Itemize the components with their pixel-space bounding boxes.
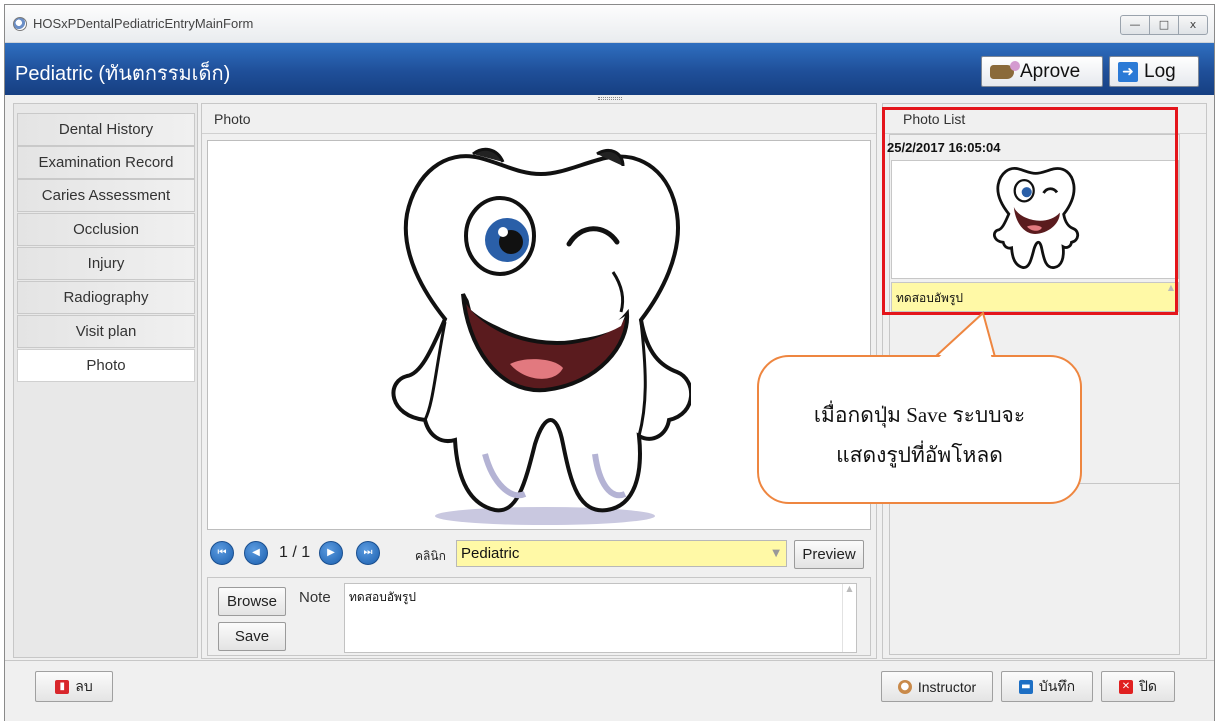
callout-line-1: เมื่อกดปุ่ม Save ระบบจะ	[813, 403, 1026, 427]
callout-line-2: แสดงรูปที่อัพโหลด	[836, 443, 1003, 467]
bottom-bar: ▮ ลบ ● Instructor ▬ บันทึก ✕ ปิด	[5, 660, 1214, 721]
title-bar: HOSxPDentalPediatricEntryMainForm — □ x	[5, 5, 1214, 43]
close-label: ปิด	[1139, 677, 1157, 694]
close-form-button[interactable]: ✕ ปิด	[1101, 671, 1175, 702]
log-icon: ➜	[1118, 61, 1138, 82]
approve-icon	[990, 60, 1020, 79]
instructor-button[interactable]: ● Instructor	[881, 671, 993, 702]
save-record-label: บันทึก	[1038, 677, 1076, 694]
delete-icon: ▮	[55, 679, 70, 694]
tab-dental-history[interactable]: Dental History	[17, 113, 195, 146]
app-icon	[13, 17, 27, 31]
photo-panel-title: Photo	[202, 104, 876, 134]
note-scrollbar[interactable]: ▲	[842, 584, 856, 652]
browse-button[interactable]: Browse	[218, 587, 286, 616]
callout-text: เมื่อกดปุ่ม Save ระบบจะ แสดงรูปที่อัพโหล…	[759, 395, 1080, 475]
tab-photo[interactable]: Photo	[17, 349, 195, 382]
clinic-value: Pediatric	[461, 545, 520, 562]
page-title: Pediatric (ทันตกรรมเด็ก)	[15, 63, 231, 85]
save-icon: ▬	[1018, 679, 1033, 694]
instructor-label: Instructor	[917, 678, 977, 695]
note-label: Note	[299, 589, 331, 606]
tab-examination-record[interactable]: Examination Record	[17, 146, 195, 179]
save-record-button[interactable]: ▬ บันทึก	[1001, 671, 1093, 702]
close-window-button[interactable]: x	[1178, 15, 1208, 35]
user-icon: ●	[897, 679, 912, 694]
next-record-icon[interactable]: ▶	[319, 541, 343, 565]
main-window: HOSxPDentalPediatricEntryMainForm — □ x …	[4, 4, 1215, 721]
tab-radiography[interactable]: Radiography	[17, 281, 195, 314]
close-icon: ✕	[1119, 679, 1133, 694]
delete-button[interactable]: ▮ ลบ	[35, 671, 113, 702]
log-label: Log	[1144, 60, 1176, 82]
tab-injury[interactable]: Injury	[17, 247, 195, 280]
window-controls: — □ x	[1120, 15, 1208, 35]
tooth-cartoon-image	[385, 144, 693, 528]
pager-text: 1 / 1	[279, 544, 311, 561]
highlight-box	[882, 107, 1178, 315]
approve-label: Aprove	[1020, 60, 1081, 82]
clinic-select[interactable]: Pediatric ▼	[456, 540, 787, 567]
tab-visit-plan[interactable]: Visit plan	[17, 315, 195, 348]
annotation-callout: เมื่อกดปุ่ม Save ระบบจะ แสดงรูปที่อัพโหล…	[757, 355, 1082, 504]
upload-area: Browse Save Note ทดสอบอัพรูป ▲	[207, 577, 871, 656]
note-field[interactable]: ทดสอบอัพรูป ▲	[344, 583, 857, 653]
note-value: ทดสอบอัพรูป	[349, 590, 417, 604]
preview-button[interactable]: Preview	[794, 540, 864, 569]
log-button[interactable]: ➜ Log	[1109, 56, 1199, 87]
chevron-down-icon: ▼	[772, 548, 780, 559]
tab-caries-assessment[interactable]: Caries Assessment	[17, 179, 195, 212]
minimize-button[interactable]: —	[1120, 15, 1150, 35]
tab-occlusion[interactable]: Occlusion	[17, 213, 195, 246]
left-nav: Dental History Examination Record Caries…	[13, 103, 198, 658]
form-header: Pediatric (ทันตกรรมเด็ก) Aprove ➜ Log	[5, 43, 1214, 95]
approve-button[interactable]: Aprove	[981, 56, 1103, 87]
photo-toolbar: ⏮ ◀ 1 / 1 ▶ ⏭ คลินิก Pediatric ▼ Preview	[207, 537, 871, 571]
save-photo-button[interactable]: Save	[218, 622, 286, 651]
clinic-label: คลินิก	[415, 549, 446, 563]
previous-record-icon[interactable]: ◀	[244, 541, 268, 565]
last-record-icon[interactable]: ⏭	[356, 541, 380, 565]
window-title: HOSxPDentalPediatricEntryMainForm	[33, 16, 254, 31]
maximize-button[interactable]: □	[1149, 15, 1179, 35]
delete-label: ลบ	[75, 677, 93, 694]
splitter-grip[interactable]	[598, 97, 622, 100]
first-record-icon[interactable]: ⏮	[210, 541, 234, 565]
